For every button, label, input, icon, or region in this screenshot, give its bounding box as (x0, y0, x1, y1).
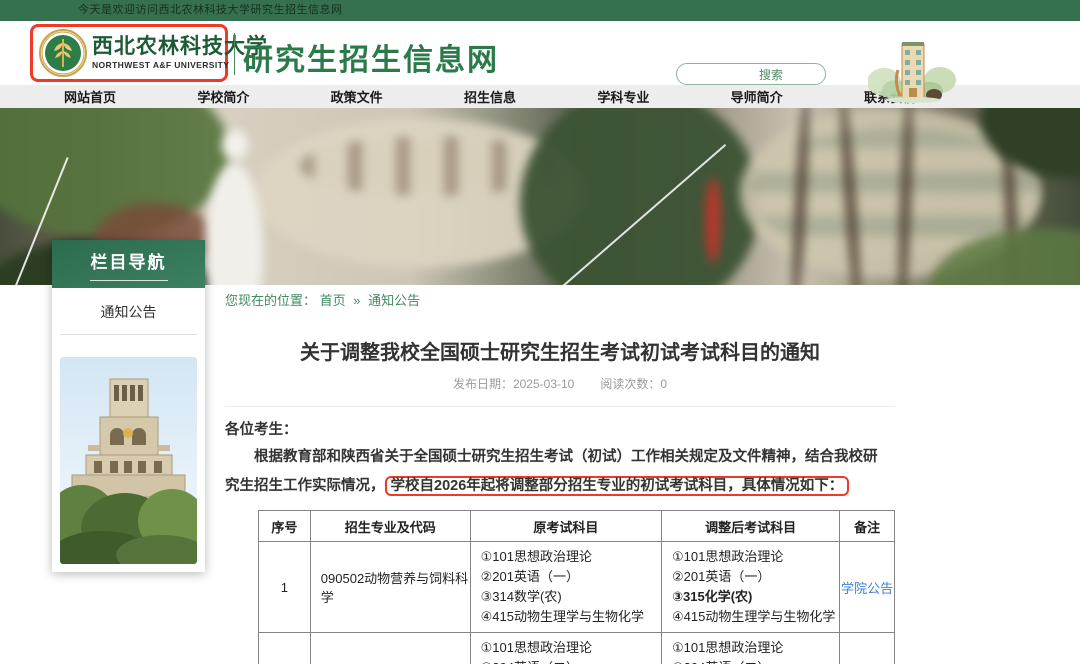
exam-table-header-row: 序号招生专业及代码原考试科目调整后考试科目备注 (259, 511, 895, 542)
main-nav-list: 网站首页学校简介政策文件招生信息学科专业导师简介联系我们 (64, 87, 916, 106)
highlighted-text: 学校自2026年起将调整部分招生专业的初试考试科目，具体情况如下： (385, 476, 850, 496)
subject-line: ②204英语（二） (481, 658, 657, 664)
nav-item-3[interactable]: 招生信息 (464, 87, 516, 106)
subject-line: ①101思想政治理论 (481, 547, 657, 567)
exam-subjects-table: 序号招生专业及代码原考试科目调整后考试科目备注 1090502动物营养与饲料科学… (258, 510, 895, 664)
welcome-text: 今天是欢迎访问西北农林科技大学研究生招生信息网 (78, 4, 343, 16)
sidebar: 栏目导航 通知公告 (52, 240, 205, 572)
salutation: 各位考生： (225, 418, 895, 439)
read-count-label: 阅读次数： (600, 377, 660, 391)
college-notice-link[interactable]: 学院公告 (841, 581, 893, 596)
exam-table-body: 1090502动物营养与饲料科学①101思想政治理论②201英语（一）③314数… (259, 542, 895, 664)
cell-index: 1 (259, 542, 311, 633)
sidebar-title-label: 栏目导航 (91, 248, 167, 273)
sidebar-tower-photo (60, 357, 197, 564)
university-seal-icon (39, 29, 87, 77)
table-row: 1090502动物营养与饲料科学①101思想政治理论②201英语（一）③314数… (259, 542, 895, 633)
breadcrumb-separator: » (353, 293, 360, 308)
university-name-cn: 西北农林科技大学 (92, 36, 268, 57)
article-meta: 发布日期：2025-03-10 阅读次数：0 (225, 375, 895, 392)
cell-major: 095133畜牧 (310, 633, 470, 664)
column-header: 调整后考试科目 (662, 511, 840, 542)
search-input[interactable] (677, 65, 759, 83)
university-logo-highlight-box[interactable]: 西北农林科技大学 NORTHWEST A&F UNIVERSITY (30, 24, 228, 82)
page: 今天是欢迎访问西北农林科技大学研究生招生信息网 西北农林科技大学 NORTHWE… (0, 0, 1080, 664)
nav-item-5[interactable]: 导师简介 (731, 87, 783, 106)
banner-tree (520, 108, 760, 285)
article-paragraph: 根据教育部和陕西省关于全国硕士研究生招生考试（初试）工作相关规定及文件精神，结合… (225, 443, 891, 501)
cell-note: 学院公告 (840, 633, 895, 664)
university-name-en: NORTHWEST A&F UNIVERSITY (92, 61, 268, 70)
column-header: 序号 (259, 511, 311, 542)
publish-date-label: 发布日期： (453, 377, 513, 391)
banner-red-flag (705, 178, 721, 263)
cell-major: 090502动物营养与饲料科学 (310, 542, 470, 633)
site-title: 研究生招生信息网 (243, 35, 499, 79)
search-button[interactable]: 搜索 (759, 66, 783, 83)
sidebar-item-notices[interactable]: 通知公告 (60, 302, 197, 335)
nav-item-1[interactable]: 学校简介 (197, 87, 249, 106)
site-header: 西北农林科技大学 NORTHWEST A&F UNIVERSITY 研究生招生信… (0, 21, 1080, 85)
column-header: 原考试科目 (470, 511, 661, 542)
nav-item-4[interactable]: 学科专业 (597, 87, 649, 106)
sidebar-body: 通知公告 (52, 288, 205, 572)
subject-line: ①101思想政治理论 (672, 547, 835, 567)
subject-line: ④415动物生理学与生物化学 (481, 607, 657, 627)
cell-adjusted-subjects: ①101思想政治理论②201英语（一）③315化学(农)④415动物生理学与生物… (662, 542, 840, 633)
subject-line: ①101思想政治理论 (481, 638, 657, 658)
subject-line: ③315化学(农) (672, 587, 835, 607)
publish-date: 2025-03-10 (513, 377, 574, 391)
cell-adjusted-subjects: ①101思想政治理论②204英语（二）③340农业知识综合二④857畜牧学概论 (662, 633, 840, 664)
table-row: 2095133畜牧①101思想政治理论②204英语（二）③340农业知识综合二（… (259, 633, 895, 664)
nav-item-2[interactable]: 政策文件 (331, 87, 383, 106)
search-box[interactable]: 搜索 (676, 63, 826, 85)
page-title: 关于调整我校全国硕士研究生招生考试初试考试科目的通知 (225, 336, 895, 365)
cell-index: 2 (259, 633, 311, 664)
banner-statue (222, 130, 248, 160)
header-vertical-divider (234, 33, 235, 75)
cell-note: 学院公告 (840, 542, 895, 633)
read-count: 0 (660, 377, 667, 391)
university-name-block: 西北农林科技大学 NORTHWEST A&F UNIVERSITY (92, 36, 268, 70)
main-content: 您现在的位置： 首页 » 通知公告 关于调整我校全国硕士研究生招生考试初试考试科… (225, 290, 895, 664)
subject-line: ②201英语（一） (481, 567, 657, 587)
breadcrumb-home-link[interactable]: 首页 (320, 293, 346, 308)
topbar: 今天是欢迎访问西北农林科技大学研究生招生信息网 (0, 0, 1080, 21)
sidebar-title: 栏目导航 (52, 240, 205, 288)
nav-item-0[interactable]: 网站首页 (64, 87, 116, 106)
column-header: 招生专业及代码 (310, 511, 470, 542)
subject-line: ③314数学(农) (481, 587, 657, 607)
campus-building-illustration (868, 40, 956, 103)
subject-line: ①101思想政治理论 (672, 638, 835, 658)
subject-line: ②201英语（一） (672, 567, 835, 587)
sidebar-title-underline (90, 280, 168, 281)
cell-original-subjects: ①101思想政治理论②204英语（二）③340农业知识综合二（畜牧）④857畜牧… (470, 633, 661, 664)
subject-line: ④415动物生理学与生物化学 (672, 607, 835, 627)
breadcrumb: 您现在的位置： 首页 » 通知公告 (225, 290, 895, 309)
breadcrumb-prefix: 您现在的位置： (225, 293, 316, 308)
breadcrumb-current-link[interactable]: 通知公告 (368, 293, 420, 308)
cell-original-subjects: ①101思想政治理论②201英语（一）③314数学(农)④415动物生理学与生物… (470, 542, 661, 633)
meta-divider (225, 406, 895, 407)
subject-line: ②204英语（二） (672, 658, 835, 664)
column-header: 备注 (840, 511, 895, 542)
